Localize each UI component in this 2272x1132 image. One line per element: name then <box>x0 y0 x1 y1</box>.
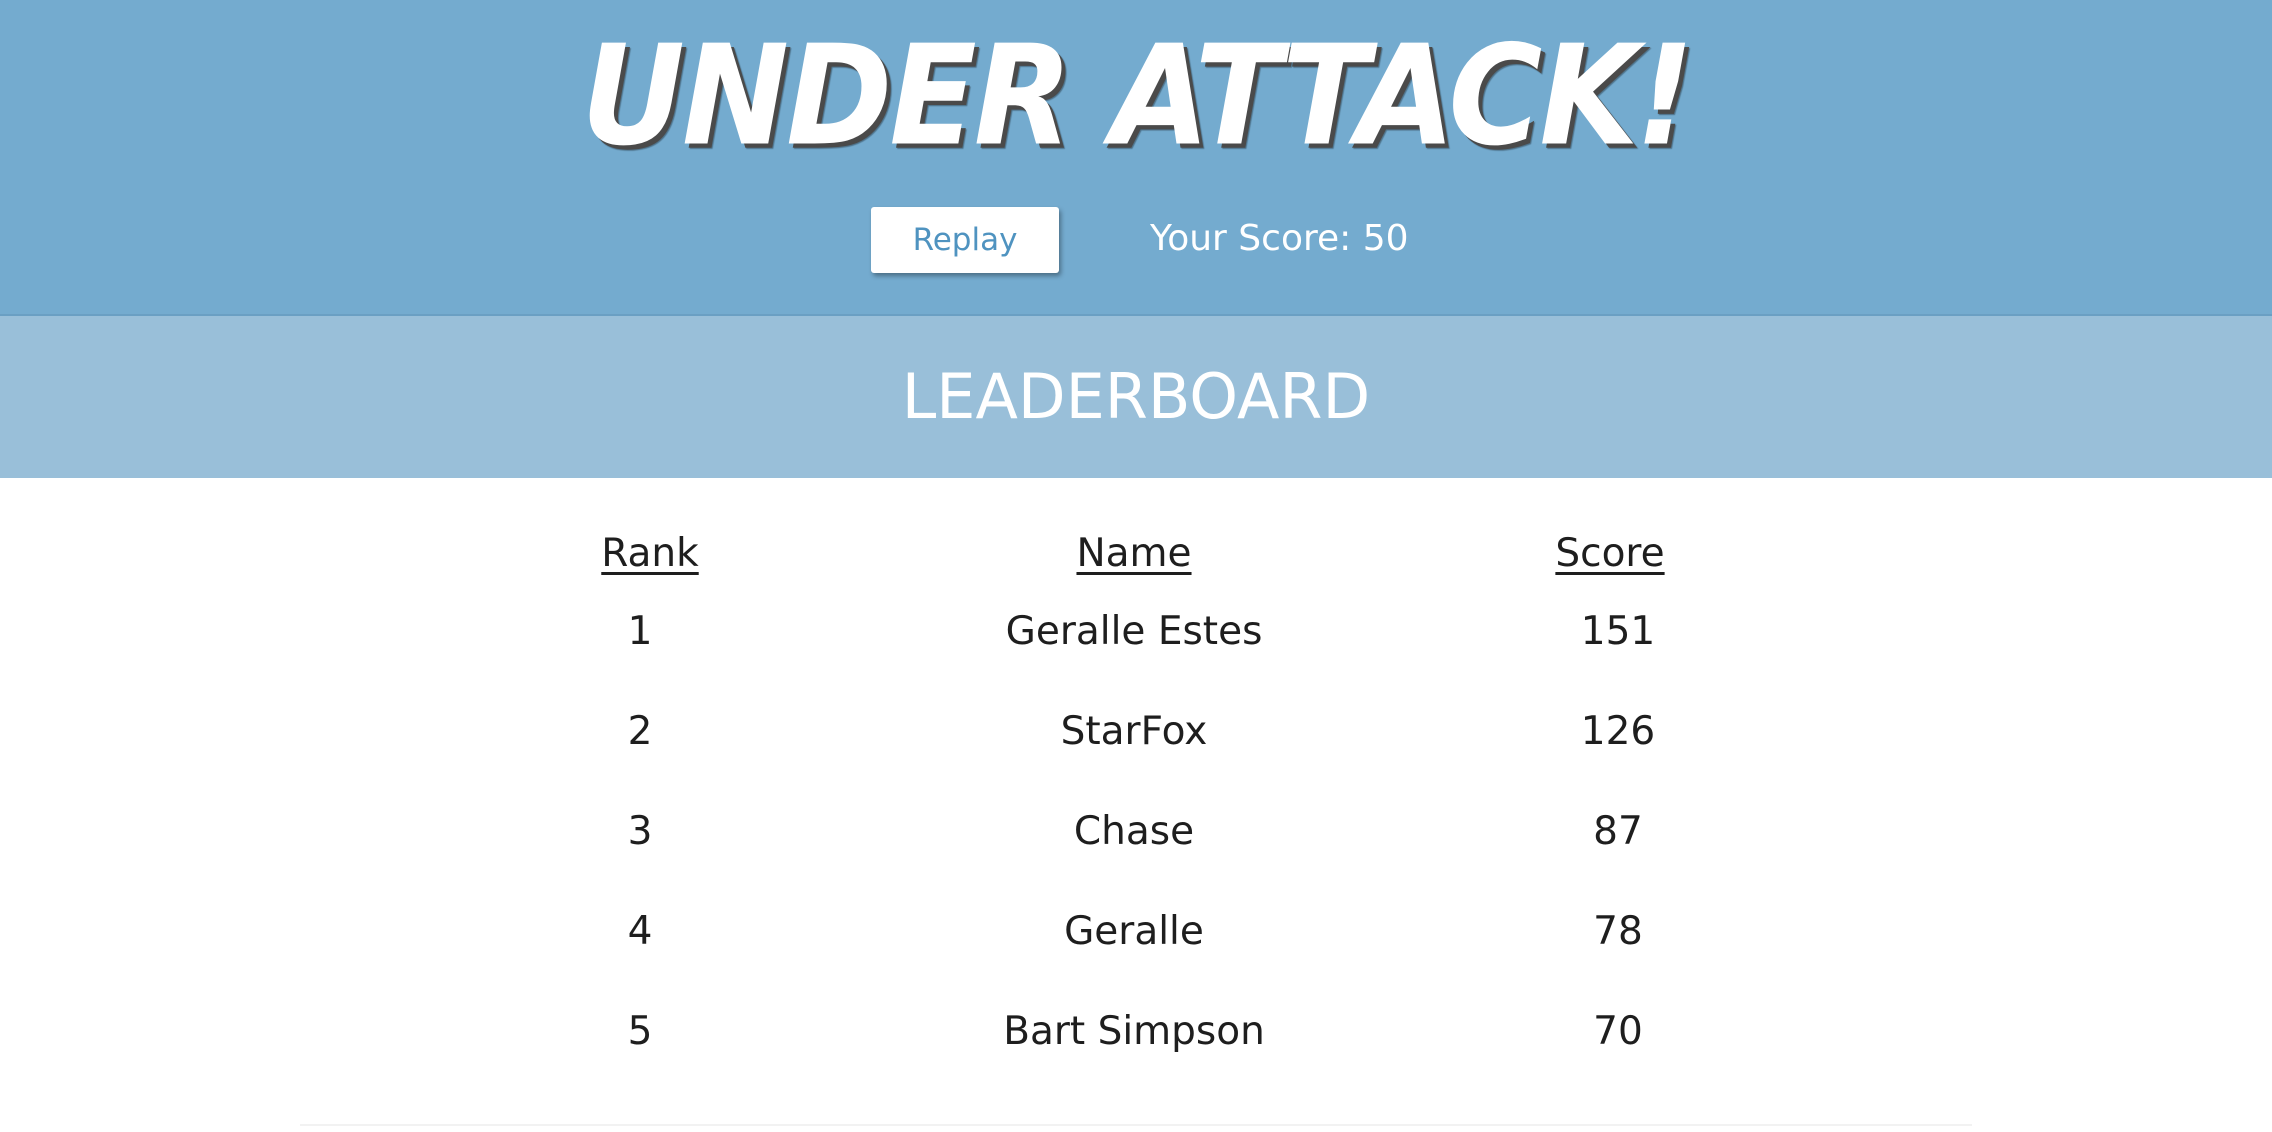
replay-button[interactable]: Replay <box>871 207 1059 273</box>
leaderboard-banner: LEADERBOARD <box>0 316 2272 478</box>
name-cell: Geralle <box>1064 909 1204 954</box>
score-cell: 126 <box>1580 709 1656 754</box>
score-cell: 151 <box>1580 609 1656 654</box>
name-cell: Bart Simpson <box>1003 1009 1265 1054</box>
score-cell: 87 <box>1593 809 1643 854</box>
table-header-row: Rank Name Score <box>0 526 2272 582</box>
table-row: 5 Bart Simpson 70 <box>0 1002 2272 1062</box>
rank-cell: 2 <box>627 709 653 754</box>
column-header-name: Name <box>1076 531 1192 576</box>
name-cell: Geralle Estes <box>1005 609 1263 654</box>
score-cell: 78 <box>1593 909 1643 954</box>
game-header: UNDER ATTACK! Replay Your Score: 50 <box>0 0 2272 316</box>
name-cell: StarFox <box>1060 709 1208 754</box>
table-row: 4 Geralle 78 <box>0 902 2272 962</box>
name-cell: Chase <box>1073 809 1195 854</box>
game-title: UNDER ATTACK! <box>581 16 1694 177</box>
leaderboard-title: LEADERBOARD <box>901 360 1371 433</box>
table-row: 1 Geralle Estes 151 <box>0 602 2272 662</box>
table-row: 3 Chase 87 <box>0 802 2272 862</box>
leaderboard-table: Rank Name Score 1 Geralle Estes 151 2 St… <box>0 478 2272 1118</box>
your-score: Your Score: 50 <box>1150 218 1409 259</box>
column-header-score: Score <box>1555 531 1665 576</box>
footer-divider <box>300 1124 1972 1126</box>
score-cell: 70 <box>1593 1009 1643 1054</box>
table-row: 2 StarFox 126 <box>0 702 2272 762</box>
rank-cell: 3 <box>627 809 653 854</box>
rank-cell: 5 <box>627 1009 653 1054</box>
rank-cell: 1 <box>627 609 653 654</box>
column-header-rank: Rank <box>601 531 699 576</box>
rank-cell: 4 <box>627 909 653 954</box>
